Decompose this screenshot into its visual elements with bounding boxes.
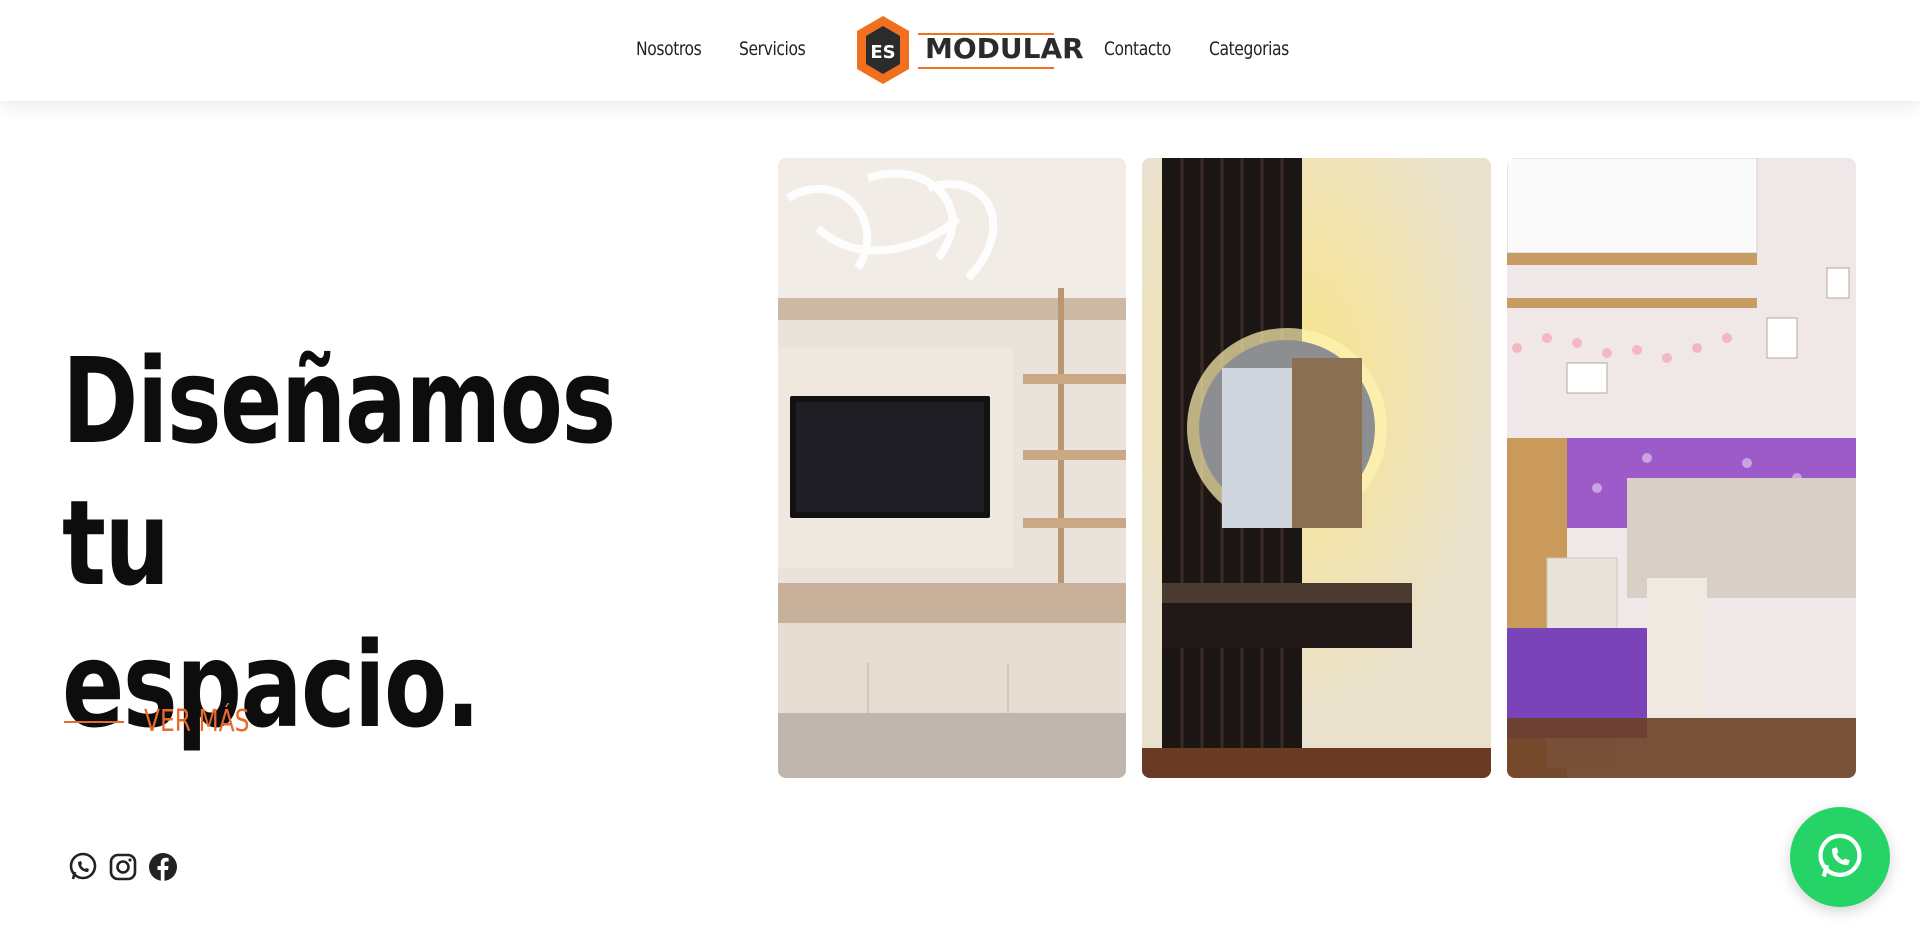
site-header: Nosotros Servicios ES MODULAR Contacto C… xyxy=(0,0,1920,101)
whatsapp-icon[interactable] xyxy=(67,851,99,883)
hero-headline: Diseñamos tu espacio. xyxy=(62,330,616,756)
whatsapp-float-icon xyxy=(1818,833,1862,878)
kids-bedroom-photo-illustration xyxy=(1507,158,1856,778)
facebook-icon[interactable] xyxy=(147,851,179,883)
ver-mas-button[interactable]: VER MÁS xyxy=(64,704,279,739)
nav-link-servicios[interactable]: Servicios xyxy=(739,38,806,60)
logo-badge-text: ES xyxy=(870,42,895,63)
nav-link-nosotros[interactable]: Nosotros xyxy=(636,38,702,60)
nav-link-categorias[interactable]: Categorias xyxy=(1209,38,1289,60)
kids-bedroom-photo[interactable] xyxy=(1507,158,1856,778)
vanity-mirror-photo[interactable] xyxy=(1142,158,1491,778)
logo-text: MODULAR xyxy=(925,32,1084,65)
social-links xyxy=(67,851,179,883)
hero-headline-line1: Diseñamos tu xyxy=(62,332,616,612)
whatsapp-float-button[interactable] xyxy=(1790,807,1890,907)
vanity-mirror-photo-illustration xyxy=(1142,158,1491,778)
instagram-icon[interactable] xyxy=(107,851,139,883)
living-room-tv-photo-illustration xyxy=(778,158,1126,778)
nav-link-contacto[interactable]: Contacto xyxy=(1104,38,1171,60)
living-room-tv-photo[interactable] xyxy=(778,158,1126,778)
cta-line xyxy=(64,720,124,723)
cta-label: VER MÁS xyxy=(144,704,250,739)
